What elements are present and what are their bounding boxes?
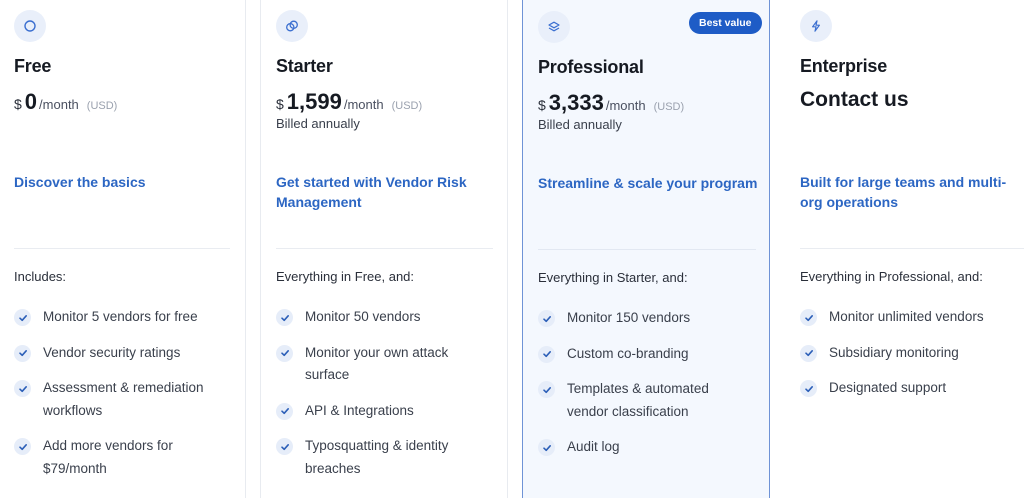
price: $ 0 /month (USD) [14, 89, 117, 115]
divider [538, 249, 756, 250]
price: $ 1,599 /month (USD) [276, 89, 422, 115]
check-icon [538, 439, 555, 456]
list-item: Monitor unlimited vendors [800, 306, 1015, 329]
includes-heading: Everything in Free, and: [276, 269, 415, 284]
check-icon [276, 438, 293, 455]
plan-tagline: Built for large teams and multi-org oper… [800, 174, 1007, 210]
plan-name: Starter [276, 56, 333, 76]
check-icon [538, 345, 555, 363]
list-item: Subsidiary monitoring [800, 342, 1015, 365]
list-item: Monitor 5 vendors for free [14, 306, 229, 329]
price-amount: 0 [24, 89, 38, 114]
check-icon [800, 380, 817, 397]
price-currency-code: (USD) [86, 100, 118, 112]
list-item: Monitor 150 vendors [538, 307, 738, 330]
includes-heading: Everything in Professional, and: [800, 269, 983, 284]
price-currency-code: (USD) [391, 100, 423, 112]
best-value-badge: Best value [689, 12, 762, 34]
plan-card-starter: Starter $ 1,599 /month (USD) Billed annu… [260, 0, 508, 498]
feature-text: Audit log [567, 439, 620, 454]
price-amount: 1,599 [286, 89, 342, 114]
contact-us: Contact us [800, 88, 909, 111]
divider [800, 248, 1024, 249]
currency-symbol: $ [14, 96, 22, 112]
check-icon [276, 344, 293, 362]
list-item: Monitor your own attack surface [276, 342, 491, 387]
feature-text: Add more vendors for $79/month [43, 438, 173, 476]
includes-heading: Everything in Starter, and: [538, 270, 688, 285]
feature-text: Typosquatting & identity breaches [305, 438, 449, 476]
check-icon [14, 344, 31, 362]
includes-heading: Includes: [14, 269, 67, 284]
feature-text: Templates & automated vendor classificat… [567, 381, 709, 419]
plan-card-professional: Best value Professional $ 3,333 /month (… [522, 0, 770, 498]
list-item: Assessment & remediation workflows [14, 377, 229, 422]
plan-tagline: Get started with Vendor Risk Management [276, 174, 467, 210]
price: $ 3,333 /month (USD) [538, 90, 684, 116]
check-icon [14, 380, 31, 397]
check-icon [538, 381, 555, 398]
feature-text: Monitor 5 vendors for free [43, 309, 198, 324]
check-icon [14, 438, 31, 455]
feature-text: Subsidiary monitoring [829, 344, 959, 360]
check-icon [800, 344, 817, 362]
plan-name: Professional [538, 57, 644, 77]
layers-icon [538, 11, 570, 43]
feature-text: Monitor your own attack surface [305, 344, 449, 383]
plan-card-free: Free $ 0 /month (USD) Discover the basic… [0, 0, 246, 498]
plan-tagline: Streamline & scale your program [538, 175, 758, 191]
feature-text: Assessment & remediation workflows [43, 380, 204, 418]
list-item: Templates & automated vendor classificat… [538, 378, 738, 423]
check-icon [800, 309, 817, 326]
check-icon [538, 310, 555, 327]
list-item: Typosquatting & identity breaches [276, 435, 491, 480]
price-amount: 3,333 [548, 90, 604, 115]
feature-text: Monitor 150 vendors [567, 310, 691, 325]
currency-symbol: $ [276, 96, 284, 112]
list-item: Add more vendors for $79/month [14, 435, 229, 480]
price-period: /month [39, 97, 79, 112]
list-item: Vendor security ratings [14, 342, 229, 365]
feature-text: Monitor 50 vendors [305, 309, 421, 324]
plan-name: Free [14, 56, 52, 76]
circle-icon [14, 10, 46, 42]
currency-symbol: $ [538, 97, 546, 113]
list-item: API & Integrations [276, 400, 491, 423]
feature-text: Vendor security ratings [43, 344, 181, 360]
feature-list: Monitor 150 vendors Custom co-branding T… [538, 307, 738, 472]
feature-text: API & Integrations [305, 402, 414, 418]
check-icon [276, 309, 293, 326]
pricing-plans: Free $ 0 /month (USD) Discover the basic… [0, 0, 1024, 498]
feature-text: Custom co-branding [567, 345, 689, 361]
lightning-icon [800, 10, 832, 42]
price-period: /month [343, 97, 384, 112]
plan-tagline: Discover the basics [14, 174, 146, 190]
plan-card-enterprise: Enterprise Contact us Built for large te… [785, 0, 1024, 498]
list-item: Custom co-branding [538, 343, 738, 366]
plan-name: Enterprise [800, 56, 888, 76]
check-icon [276, 402, 293, 420]
feature-text: Monitor unlimited vendors [829, 309, 984, 324]
feature-list: Monitor unlimited vendors Subsidiary mon… [800, 306, 1015, 413]
list-item: Monitor 50 vendors [276, 306, 491, 329]
overlapping-circles-icon [276, 10, 308, 42]
feature-list: Monitor 5 vendors for free Vendor securi… [14, 306, 229, 493]
list-item: Audit log [538, 436, 738, 459]
divider [276, 248, 493, 249]
billing-note: Billed annually [276, 116, 360, 131]
check-icon [14, 309, 31, 326]
billing-note: Billed annually [538, 117, 622, 132]
list-item: Designated support [800, 377, 1015, 400]
feature-list: Monitor 50 vendors Monitor your own atta… [276, 306, 491, 493]
price-period: /month [605, 98, 646, 113]
feature-text: Designated support [829, 380, 947, 395]
divider [14, 248, 230, 249]
price-currency-code: (USD) [653, 101, 685, 113]
